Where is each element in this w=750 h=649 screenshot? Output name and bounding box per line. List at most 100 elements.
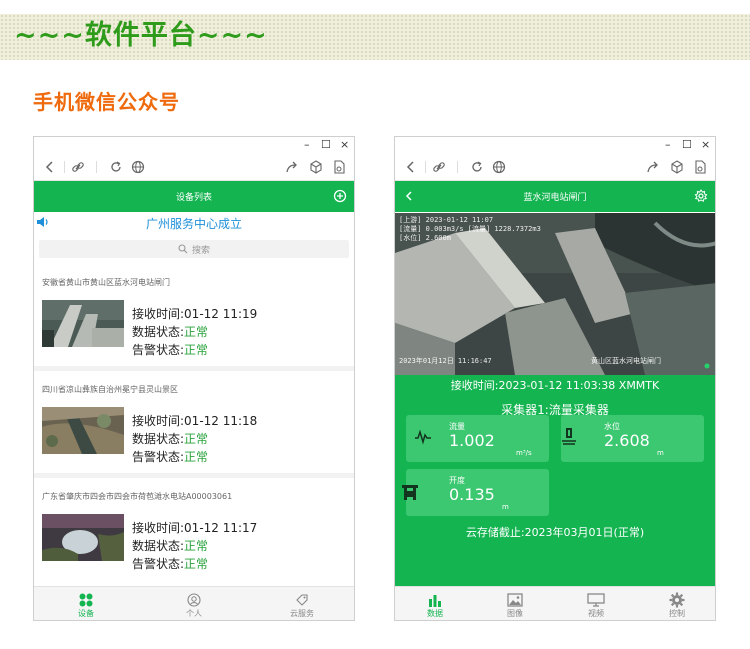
alarm-status: 正常 [184, 557, 209, 571]
add-icon[interactable] [333, 188, 347, 208]
water-level-card[interactable]: 水位 2.608 m [561, 415, 704, 462]
refresh-icon[interactable] [469, 159, 485, 175]
device-info: 接收时间:01-12 11:18 数据状态:正常 告警状态:正常 [132, 412, 257, 466]
browser-toolbar [34, 153, 354, 181]
alarm-status: 正常 [184, 343, 209, 357]
right-phone-window: – ☐ × 蓝水河电站闸门 [上游] 2023-01-12 11:07 [流量]… [394, 136, 716, 621]
tab-label: 视频 [588, 609, 604, 618]
file-icon[interactable] [692, 159, 708, 175]
tab-label: 数据 [427, 609, 443, 618]
opening-card[interactable]: 开度 0.135 m [402, 469, 549, 516]
tab-cloud-service[interactable]: 云服务 [262, 591, 342, 619]
left-phone-window: – ☐ × 设备列表 广州服务中心成立 搜索 安徽省黄山市黄山区蓝水河电站闸门 … [33, 136, 355, 621]
tab-personal[interactable]: 个人 [154, 591, 234, 619]
video-overlay-line3: [水位] 2.600m [399, 234, 451, 242]
monitor-icon [556, 591, 636, 608]
tab-video[interactable]: 视频 [556, 591, 636, 619]
device-title: 四川省凉山彝族自治州冕宁县灵山景区 [42, 385, 178, 394]
alarm-status-label: 告警状态: [132, 557, 185, 571]
card-value: 0.135 [449, 485, 495, 504]
card-unit: m³/s [516, 449, 532, 457]
back-icon[interactable] [403, 159, 419, 175]
tab-label: 图像 [507, 609, 523, 618]
section-title: 手机微信公众号 [33, 90, 180, 114]
card-unit: m [502, 503, 509, 511]
data-status-label: 数据状态: [132, 325, 185, 339]
browser-toolbar [395, 153, 715, 181]
divider [96, 161, 97, 173]
video-location: 黄山区蓝水河电站闸门 [591, 357, 661, 365]
divider [64, 161, 65, 173]
data-panel: 接收时间:2023-01-12 11:03:38 XMMTK 采集器1:流量采集… [395, 375, 715, 587]
device-list: 安徽省黄山市黄山区蓝水河电站闸门 接收时间:01-12 11:19 数据状态:正… [34, 267, 354, 587]
data-status-label: 数据状态: [132, 432, 185, 446]
back-icon[interactable] [42, 159, 58, 175]
alarm-status: 正常 [184, 450, 209, 464]
data-status: 正常 [184, 325, 209, 339]
link-icon[interactable] [70, 159, 86, 175]
notice-bar[interactable]: 广州服务中心成立 [34, 212, 354, 234]
cube-icon[interactable] [669, 159, 685, 175]
divider [425, 161, 426, 173]
device-thumbnail[interactable] [42, 300, 124, 347]
tab-data[interactable]: 数据 [395, 591, 475, 619]
page-title: 蓝水河电站闸门 [523, 193, 587, 203]
tab-label: 云服务 [290, 609, 314, 618]
minimize-button[interactable]: – [665, 138, 671, 152]
app-header: 蓝水河电站闸门 [395, 181, 715, 212]
alarm-status-label: 告警状态: [132, 450, 185, 464]
link-icon[interactable] [431, 159, 447, 175]
search-placeholder: 搜索 [39, 243, 349, 257]
search-input[interactable]: 搜索 [39, 240, 349, 258]
close-button[interactable]: × [340, 138, 349, 152]
list-item[interactable]: 安徽省黄山市黄山区蓝水河电站闸门 接收时间:01-12 11:19 数据状态:正… [34, 267, 354, 371]
close-button[interactable]: × [701, 138, 710, 152]
device-thumbnail[interactable] [42, 514, 124, 561]
page-title: 设备列表 [175, 193, 212, 203]
app-header: 设备列表 [34, 181, 354, 212]
divider [457, 161, 458, 173]
window-titlebar: – ☐ × [395, 137, 715, 153]
video-timestamp: 2023年01月12日 11:16:47 [399, 357, 492, 365]
recv-label: 接收时间: [132, 307, 185, 321]
search-icon [178, 244, 188, 257]
gear-icon [637, 591, 715, 608]
device-info: 接收时间:01-12 11:17 数据状态:正常 告警状态:正常 [132, 519, 257, 573]
tag-icon [262, 591, 342, 608]
user-icon [154, 591, 234, 608]
alarm-status-label: 告警状态: [132, 343, 185, 357]
recv-time: 01-12 11:18 [184, 414, 258, 428]
share-icon[interactable] [645, 159, 661, 175]
data-status-label: 数据状态: [132, 539, 185, 553]
list-item[interactable]: 广东省肇庆市四会市四会市荷苞滩水电站A00003061 接收时间:01-12 1… [34, 481, 354, 585]
globe-icon[interactable] [130, 159, 146, 175]
tab-image[interactable]: 图像 [475, 591, 555, 619]
globe-icon[interactable] [491, 159, 507, 175]
cube-icon[interactable] [308, 159, 324, 175]
refresh-icon[interactable] [108, 159, 124, 175]
file-icon[interactable] [331, 159, 347, 175]
tab-devices[interactable]: 设备 [46, 591, 126, 619]
recv-label: 接收时间: [132, 521, 185, 535]
search-placeholder-text: 搜索 [191, 246, 210, 256]
minimize-button[interactable]: – [304, 138, 310, 152]
card-unit: m [657, 449, 664, 457]
device-title: 安徽省黄山市黄山区蓝水河电站闸门 [42, 278, 170, 287]
device-thumbnail[interactable] [42, 407, 124, 454]
settings-icon[interactable] [694, 188, 708, 208]
maximize-button[interactable]: ☐ [682, 138, 692, 152]
window-titlebar: – ☐ × [34, 137, 354, 153]
list-item[interactable]: 四川省凉山彝族自治州冕宁县灵山景区 接收时间:01-12 11:18 数据状态:… [34, 374, 354, 478]
tab-control[interactable]: 控制 [637, 591, 715, 619]
share-icon[interactable] [284, 159, 300, 175]
maximize-button[interactable]: ☐ [321, 138, 331, 152]
bottom-tabbar: 设备 个人 云服务 [34, 586, 354, 620]
video-feed[interactable]: [上游] 2023-01-12 11:07 [流量] 0.003m3/s [流量… [395, 213, 715, 375]
cloud-storage-status: 云存储截止:2023年03月01日(正常) [465, 526, 645, 539]
gate-icon [401, 483, 419, 505]
flow-card[interactable]: 流量 1.002 m³/s [406, 415, 549, 462]
waveform-icon [414, 429, 432, 449]
device-info: 接收时间:01-12 11:19 数据状态:正常 告警状态:正常 [132, 305, 257, 359]
grid-icon [46, 591, 126, 608]
banner-title: ~~~软件平台~~~ [14, 20, 268, 51]
